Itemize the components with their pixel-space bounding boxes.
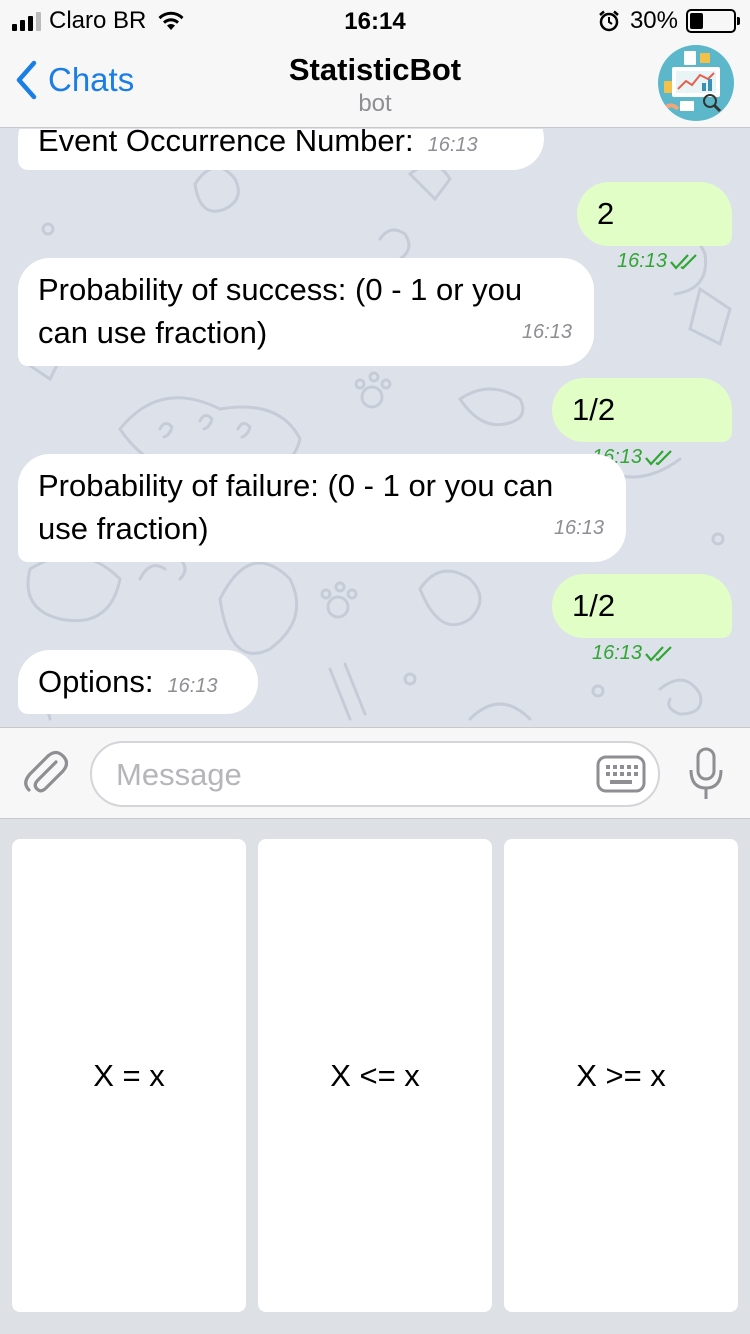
message-text: Options: — [38, 664, 154, 699]
message-outgoing[interactable]: 1/216:13 — [552, 378, 732, 468]
message-time: 16:13 — [521, 321, 572, 343]
message-incoming[interactable]: Options: 16:13 — [18, 650, 258, 714]
battery-percent: 30% — [629, 7, 678, 34]
message-outgoing[interactable]: 216:13 — [577, 182, 732, 272]
message-incoming[interactable]: Probability of success: (0 - 1 or you ca… — [18, 258, 594, 366]
battery-info: 30% — [598, 7, 740, 34]
message-composer — [0, 727, 750, 819]
chat-history[interactable]: Event Occurrence Number: 16:13 216:13 Pro… — [0, 129, 750, 727]
navigation-bar: Chats StatisticBot bot — [0, 40, 750, 128]
message-outgoing[interactable]: 1/216:13 — [552, 574, 732, 664]
status-bar: Claro BR 16:14 30% — [0, 0, 750, 40]
message-incoming[interactable]: Event Occurrence Number: 16:13 — [18, 129, 544, 170]
bot-keyboard-icon[interactable] — [596, 755, 646, 793]
battery-icon — [686, 9, 740, 33]
message-time: 16:13 — [427, 134, 478, 156]
message-time: 16:13 — [617, 240, 699, 283]
option-button-less-equal[interactable]: X <= x — [258, 839, 492, 1312]
bot-reply-keyboard: X = x X <= x X >= x — [0, 819, 750, 1334]
microphone-icon[interactable] — [688, 746, 724, 802]
chat-subtitle: bot — [358, 90, 392, 117]
double-check-icon — [645, 449, 672, 466]
chat-title: StatisticBot — [288, 52, 462, 87]
option-button-equal[interactable]: X = x — [12, 839, 246, 1312]
message-time: 16:13 — [553, 517, 604, 539]
message-input-field[interactable] — [90, 741, 660, 807]
message-input[interactable] — [116, 757, 576, 793]
message-text: 2 — [597, 196, 615, 231]
option-button-greater-equal[interactable]: X >= x — [504, 839, 738, 1312]
message-time: 16:13 — [592, 632, 674, 675]
double-check-icon — [670, 253, 697, 270]
message-time: 16:13 — [167, 675, 218, 697]
paperclip-icon[interactable] — [22, 748, 68, 796]
message-text: Event Occurrence Number: — [38, 129, 414, 158]
message-incoming[interactable]: Probability of failure: (0 - 1 or you ca… — [18, 454, 626, 562]
message-text: Probability of success: (0 - 1 or you ca… — [38, 272, 523, 350]
message-text: 1/2 — [572, 588, 616, 623]
alarm-icon — [599, 10, 619, 32]
message-text: 1/2 — [572, 392, 616, 427]
double-check-icon — [645, 645, 672, 662]
bot-avatar[interactable] — [658, 45, 734, 121]
message-text: Probability of failure: (0 - 1 or you ca… — [38, 468, 554, 546]
